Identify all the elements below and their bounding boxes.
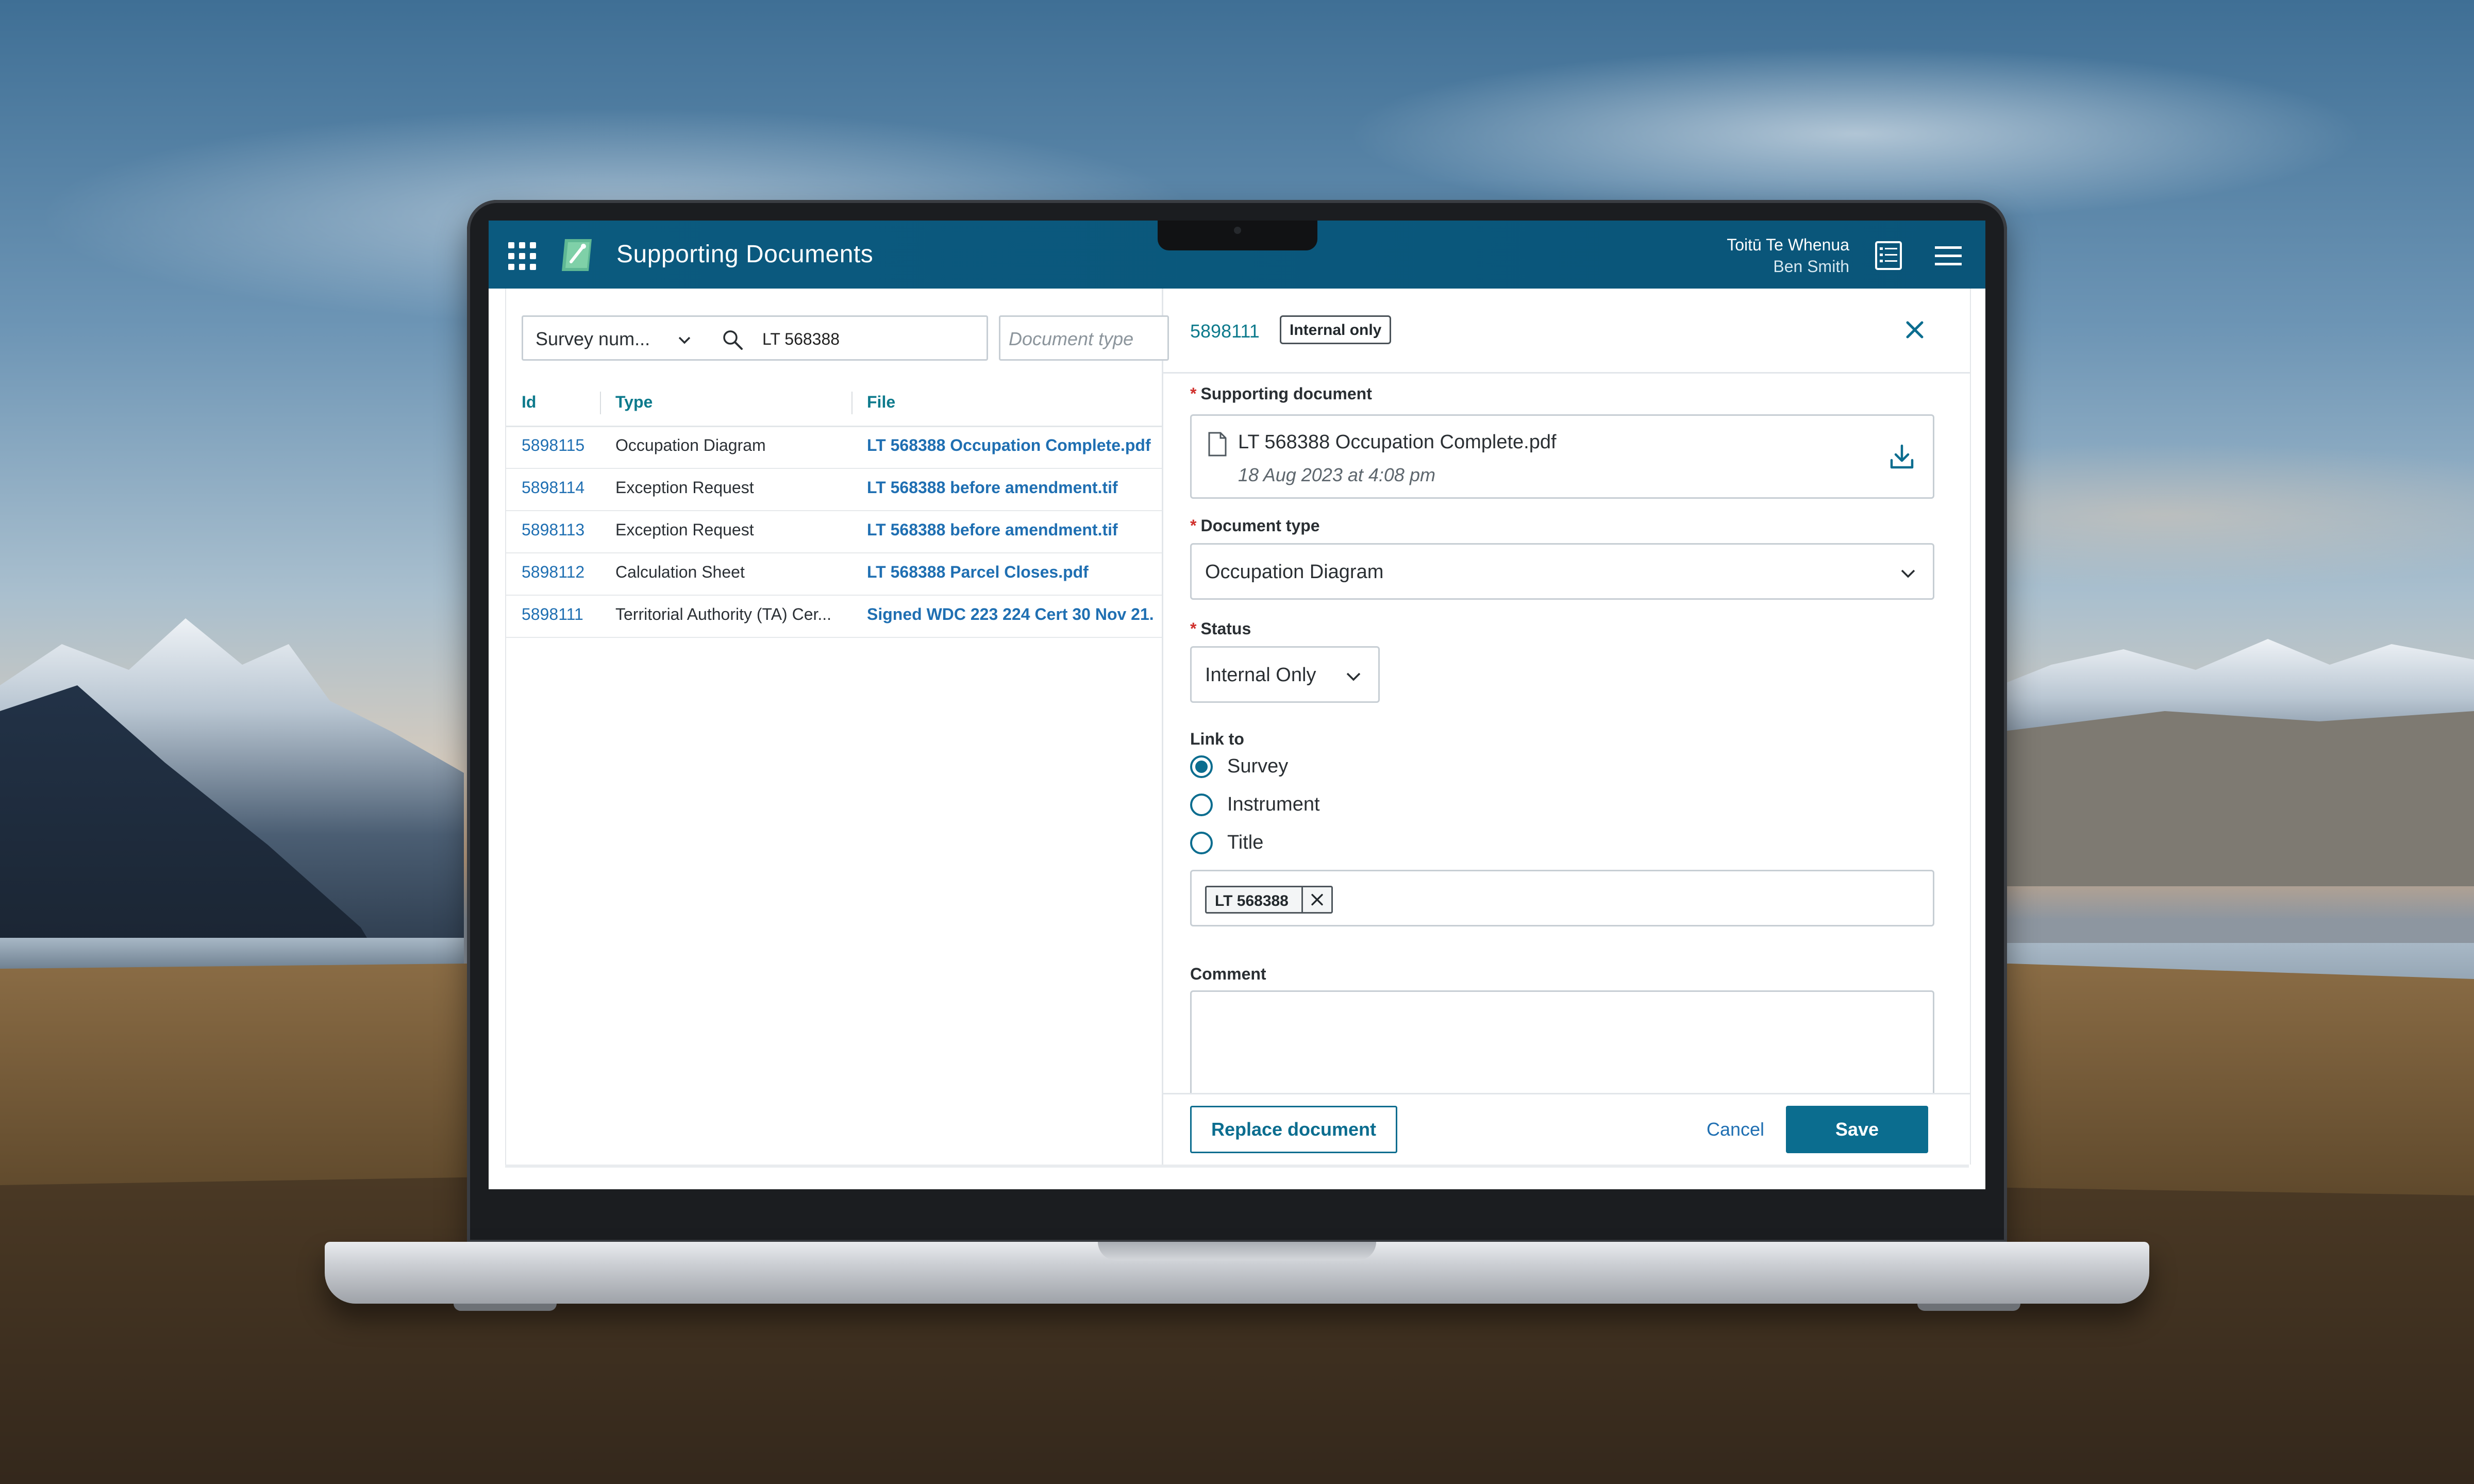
app-logo-icon bbox=[562, 239, 592, 271]
table-row[interactable]: 5898111 Territorial Authority (TA) Cer..… bbox=[506, 595, 1162, 638]
document-type-value: Occupation Diagram bbox=[1205, 561, 1384, 583]
user-info: Toitū Te Whenua Ben Smith bbox=[1727, 234, 1849, 277]
table-row[interactable]: 5898115 Occupation Diagram LT 568388 Occ… bbox=[506, 426, 1162, 469]
row-file-link[interactable]: Signed WDC 223 224 Cert 30 Nov 21. bbox=[867, 605, 1162, 624]
laptop-base bbox=[325, 1242, 2149, 1304]
table-row[interactable]: 5898112 Calculation Sheet LT 568388 Parc… bbox=[506, 552, 1162, 596]
column-header-file[interactable]: File bbox=[867, 393, 895, 412]
organisation-name: Toitū Te Whenua bbox=[1727, 235, 1849, 254]
save-button[interactable]: Save bbox=[1786, 1106, 1928, 1153]
chevron-down-icon bbox=[1346, 672, 1361, 681]
report-list-icon[interactable] bbox=[1872, 239, 1905, 272]
apps-grid-icon[interactable] bbox=[508, 242, 536, 270]
chevron-down-icon bbox=[1901, 569, 1915, 578]
row-type: Calculation Sheet bbox=[615, 563, 745, 581]
table-row[interactable]: 5898114 Exception Request LT 568388 befo… bbox=[506, 468, 1162, 511]
linked-tag: LT 568388 bbox=[1205, 886, 1333, 914]
row-type: Territorial Authority (TA) Cer... bbox=[615, 605, 832, 623]
table-header: Id Type File bbox=[506, 381, 1162, 427]
file-icon bbox=[1208, 432, 1227, 457]
row-id[interactable]: 5898113 bbox=[522, 520, 584, 539]
supporting-document-label: * Supporting document bbox=[1190, 384, 1372, 403]
search-by-value: Survey num... bbox=[536, 328, 650, 349]
search-icon bbox=[723, 330, 743, 350]
row-id[interactable]: 5898111 bbox=[522, 605, 583, 624]
document-type-label: * Document type bbox=[1190, 516, 1320, 535]
radio-unselected-icon bbox=[1190, 832, 1213, 854]
laptop-foot bbox=[454, 1304, 557, 1311]
row-id[interactable]: 5898115 bbox=[522, 436, 584, 455]
search-input[interactable] bbox=[761, 327, 969, 351]
search-box bbox=[706, 315, 988, 361]
row-file-link[interactable]: LT 568388 before amendment.tif bbox=[867, 520, 1162, 539]
document-detail-panel: 5898111 Internal only * Supporting docume… bbox=[1163, 289, 1970, 1165]
row-file-link[interactable]: LT 568388 Occupation Complete.pdf bbox=[867, 436, 1162, 455]
supporting-document-card: LT 568388 Occupation Complete.pdf 18 Aug… bbox=[1190, 414, 1934, 499]
comment-label: Comment bbox=[1190, 965, 1266, 983]
status-select[interactable]: Internal Only bbox=[1190, 646, 1380, 703]
close-icon[interactable] bbox=[1898, 313, 1931, 346]
remove-tag-icon[interactable] bbox=[1301, 886, 1331, 914]
replace-document-button[interactable]: Replace document bbox=[1190, 1106, 1397, 1153]
cancel-button[interactable]: Cancel bbox=[1679, 1106, 1792, 1153]
main-content: Survey num... Document type Id Type File bbox=[505, 289, 1971, 1165]
laptop-foot bbox=[1917, 1304, 2020, 1311]
status-label: * Status bbox=[1190, 619, 1251, 638]
screen-bezel bbox=[489, 1189, 1985, 1230]
file-date: 18 Aug 2023 at 4:08 pm bbox=[1238, 464, 1435, 485]
status-value: Internal Only bbox=[1205, 664, 1316, 686]
document-list-panel: Survey num... Document type Id Type File bbox=[506, 289, 1169, 1165]
radio-unselected-icon bbox=[1190, 794, 1213, 816]
row-type: Exception Request bbox=[615, 478, 754, 497]
column-header-type[interactable]: Type bbox=[615, 393, 653, 412]
table-row[interactable]: 5898113 Exception Request LT 568388 befo… bbox=[506, 510, 1162, 553]
camera-notch bbox=[1158, 221, 1317, 250]
row-file-link[interactable]: LT 568388 before amendment.tif bbox=[867, 478, 1162, 497]
hamburger-menu-icon[interactable] bbox=[1932, 239, 1965, 272]
detail-footer: Replace document Cancel Save bbox=[1163, 1093, 1970, 1165]
status-badge: Internal only bbox=[1280, 315, 1392, 344]
row-type: Occupation Diagram bbox=[615, 436, 766, 454]
row-type: Exception Request bbox=[615, 520, 754, 539]
app-title: Supporting Documents bbox=[616, 241, 874, 268]
content-bottom-edge bbox=[505, 1165, 1969, 1168]
row-id[interactable]: 5898114 bbox=[522, 478, 584, 497]
download-icon[interactable] bbox=[1885, 441, 1918, 474]
row-id[interactable]: 5898112 bbox=[522, 563, 584, 582]
detail-id: 5898111 bbox=[1190, 321, 1260, 342]
column-header-id[interactable]: Id bbox=[522, 393, 536, 412]
file-name: LT 568388 Occupation Complete.pdf bbox=[1238, 431, 1557, 453]
row-file-link[interactable]: LT 568388 Parcel Closes.pdf bbox=[867, 563, 1162, 582]
app-window: Supporting Documents Toitū Te Whenua Ben… bbox=[489, 221, 1985, 1189]
document-type-filter[interactable]: Document type bbox=[999, 315, 1169, 361]
document-type-select[interactable]: Occupation Diagram bbox=[1190, 543, 1934, 600]
link-to-label: Link to bbox=[1190, 730, 1244, 748]
user-name: Ben Smith bbox=[1773, 257, 1849, 276]
search-by-select[interactable]: Survey num... bbox=[522, 315, 707, 361]
chevron-down-icon bbox=[678, 336, 691, 344]
link-to-tag-input[interactable]: LT 568388 bbox=[1190, 870, 1934, 926]
detail-header: 5898111 Internal only bbox=[1163, 289, 1970, 374]
